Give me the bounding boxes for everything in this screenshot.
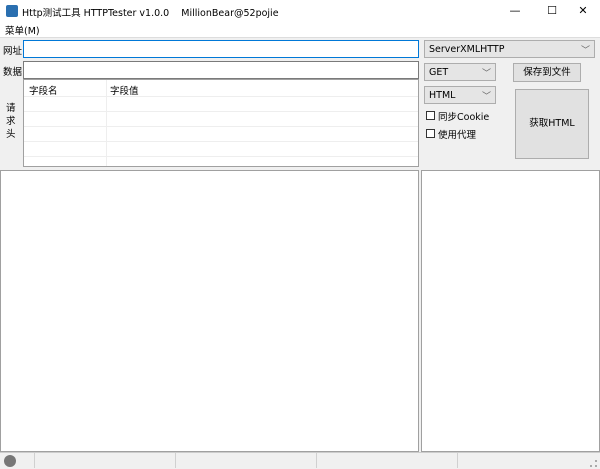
maximize-button[interactable]: ☐ xyxy=(535,0,569,22)
side-panel[interactable] xyxy=(421,170,600,452)
use-proxy-checkbox[interactable] xyxy=(426,129,435,138)
response-panel[interactable] xyxy=(0,170,419,452)
url-label: 网址 xyxy=(3,46,23,57)
column-header-name[interactable]: 字段名 xyxy=(29,83,58,97)
window-title: Http测试工具 HTTPTester v1.0.0 MillionBear@5… xyxy=(22,8,279,19)
resize-grip-icon[interactable] xyxy=(590,460,597,467)
menu-main[interactable]: 菜单(M) xyxy=(5,23,40,37)
format-value: HTML xyxy=(429,90,456,101)
chevron-down-icon: ﹀ xyxy=(580,46,590,56)
data-input[interactable] xyxy=(23,61,419,79)
headers-label: 请求头 xyxy=(6,103,16,140)
format-select[interactable]: HTML ﹀ xyxy=(424,86,496,104)
status-globe-icon xyxy=(4,455,16,467)
data-label: 数据 xyxy=(3,67,23,78)
chevron-down-icon: ﹀ xyxy=(481,92,491,102)
minimize-button[interactable]: — xyxy=(498,0,532,22)
engine-select[interactable]: ServerXMLHTTP ﹀ xyxy=(424,40,595,58)
sync-cookie-checkbox[interactable] xyxy=(426,111,435,120)
method-select[interactable]: GET ﹀ xyxy=(424,63,496,81)
save-to-file-button[interactable]: 保存到文件 xyxy=(513,63,581,82)
close-button[interactable]: ✕ xyxy=(566,0,600,22)
use-proxy-label[interactable]: 使用代理 xyxy=(438,127,476,141)
url-input[interactable] xyxy=(23,40,419,58)
menu-bar xyxy=(0,22,600,38)
fetch-html-button[interactable]: 获取HTML xyxy=(515,89,589,159)
headers-table[interactable]: 字段名 字段值 xyxy=(23,79,419,167)
app-icon xyxy=(6,5,18,17)
engine-value: ServerXMLHTTP xyxy=(429,44,505,55)
chevron-down-icon: ﹀ xyxy=(481,69,491,79)
sync-cookie-label[interactable]: 同步Cookie xyxy=(438,109,489,123)
status-bar xyxy=(0,452,600,469)
column-header-value[interactable]: 字段值 xyxy=(110,83,139,97)
method-value: GET xyxy=(429,67,449,78)
